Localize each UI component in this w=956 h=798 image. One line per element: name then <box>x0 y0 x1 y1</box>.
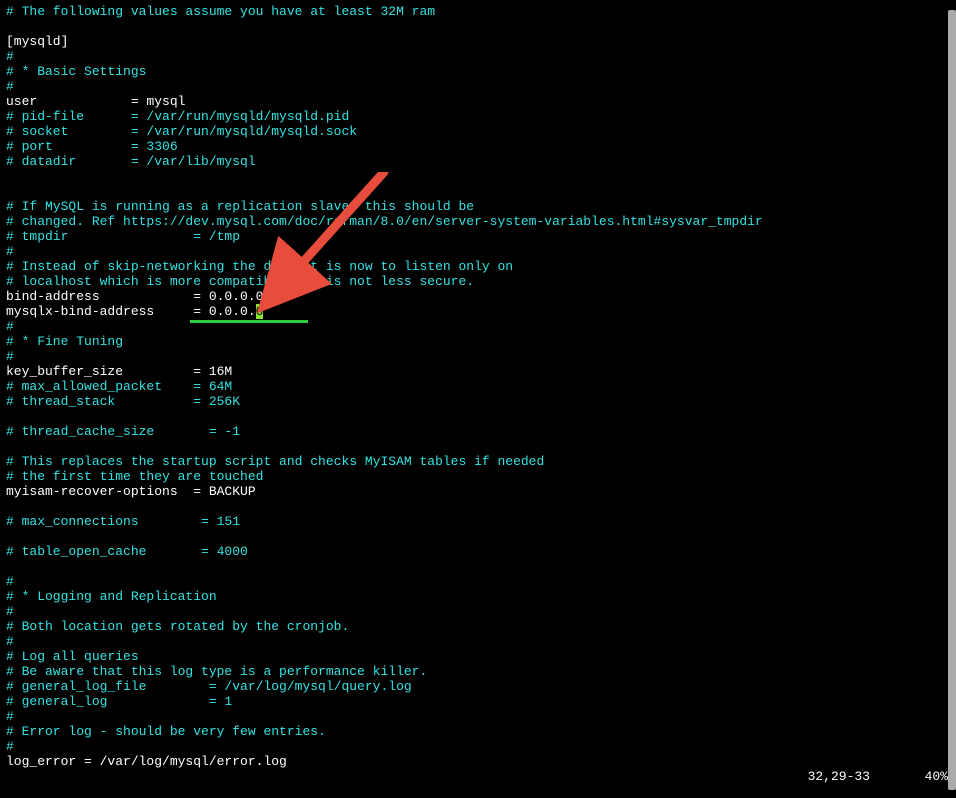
scrollbar-thumb[interactable] <box>948 10 956 790</box>
editor-line[interactable]: # tmpdir = /tmp <box>6 229 950 244</box>
editor-line[interactable] <box>6 169 950 184</box>
editor-line[interactable]: # <box>6 574 950 589</box>
editor-line[interactable] <box>6 409 950 424</box>
editor-line[interactable]: # * Logging and Replication <box>6 589 950 604</box>
editor-line[interactable]: # <box>6 319 950 334</box>
editor-line[interactable]: # socket = /var/run/mysqld/mysqld.sock <box>6 124 950 139</box>
editor-line[interactable]: # thread_stack = 256K <box>6 394 950 409</box>
editor-line[interactable] <box>6 439 950 454</box>
editor-line[interactable]: # If MySQL is running as a replication s… <box>6 199 950 214</box>
editor-line[interactable]: # <box>6 604 950 619</box>
editor-line[interactable]: # general_log_file = /var/log/mysql/quer… <box>6 679 950 694</box>
editor-line[interactable]: # <box>6 739 950 754</box>
editor-line[interactable]: # thread_cache_size = -1 <box>6 424 950 439</box>
editor-line[interactable]: myisam-recover-options = BACKUP <box>6 484 950 499</box>
editor-line[interactable]: key_buffer_size = 16M <box>6 364 950 379</box>
editor-line[interactable]: user = mysql <box>6 94 950 109</box>
editor-line[interactable]: [mysqld] <box>6 34 950 49</box>
editor-line[interactable] <box>6 184 950 199</box>
editor-line[interactable]: # changed. Ref https://dev.mysql.com/doc… <box>6 214 950 229</box>
editor-line[interactable]: # Error log - should be very few entries… <box>6 724 950 739</box>
editor-line[interactable]: # <box>6 49 950 64</box>
editor-line[interactable]: # <box>6 709 950 724</box>
editor-line[interactable]: bind-address = 0.0.0.0 <box>6 289 950 304</box>
vim-status-bar: 32,29-33 40% <box>808 769 948 784</box>
editor-line[interactable]: # datadir = /var/lib/mysql <box>6 154 950 169</box>
editor-line[interactable]: # * Fine Tuning <box>6 334 950 349</box>
editor-line[interactable]: # port = 3306 <box>6 139 950 154</box>
editor-line[interactable]: # The following values assume you have a… <box>6 4 950 19</box>
cursor-position: 32,29-33 <box>808 769 870 784</box>
editor-line[interactable]: # general_log = 1 <box>6 694 950 709</box>
editor-line[interactable]: mysqlx-bind-address = 0.0.0.0 <box>6 304 950 319</box>
editor-line[interactable]: # <box>6 349 950 364</box>
editor-line[interactable]: # This replaces the startup script and c… <box>6 454 950 469</box>
editor-line[interactable] <box>6 529 950 544</box>
editor-line[interactable] <box>6 19 950 34</box>
editor-line[interactable]: # localhost which is more compatible and… <box>6 274 950 289</box>
text-cursor: 0 <box>256 304 264 319</box>
editor-line[interactable]: # <box>6 634 950 649</box>
editor-line[interactable]: log_error = /var/log/mysql/error.log <box>6 754 950 769</box>
editor-line[interactable] <box>6 499 950 514</box>
editor-line[interactable]: # max_allowed_packet = 64M <box>6 379 950 394</box>
editor-line[interactable]: # max_connections = 151 <box>6 514 950 529</box>
scrollbar[interactable] <box>948 0 956 798</box>
editor-line[interactable]: # <box>6 244 950 259</box>
editor-line[interactable]: # Both location gets rotated by the cron… <box>6 619 950 634</box>
editor-line[interactable]: # <box>6 79 950 94</box>
editor-line[interactable]: # Instead of skip-networking the default… <box>6 259 950 274</box>
editor-content[interactable]: # The following values assume you have a… <box>6 4 950 769</box>
editor-line[interactable]: # * Basic Settings <box>6 64 950 79</box>
editor-line[interactable] <box>6 559 950 574</box>
editor-line[interactable]: # the first time they are touched <box>6 469 950 484</box>
editor-line[interactable]: # pid-file = /var/run/mysqld/mysqld.pid <box>6 109 950 124</box>
editor-line[interactable]: # table_open_cache = 4000 <box>6 544 950 559</box>
editor-line[interactable]: # Be aware that this log type is a perfo… <box>6 664 950 679</box>
file-percent: 40% <box>925 769 948 784</box>
editor-line[interactable]: # Log all queries <box>6 649 950 664</box>
